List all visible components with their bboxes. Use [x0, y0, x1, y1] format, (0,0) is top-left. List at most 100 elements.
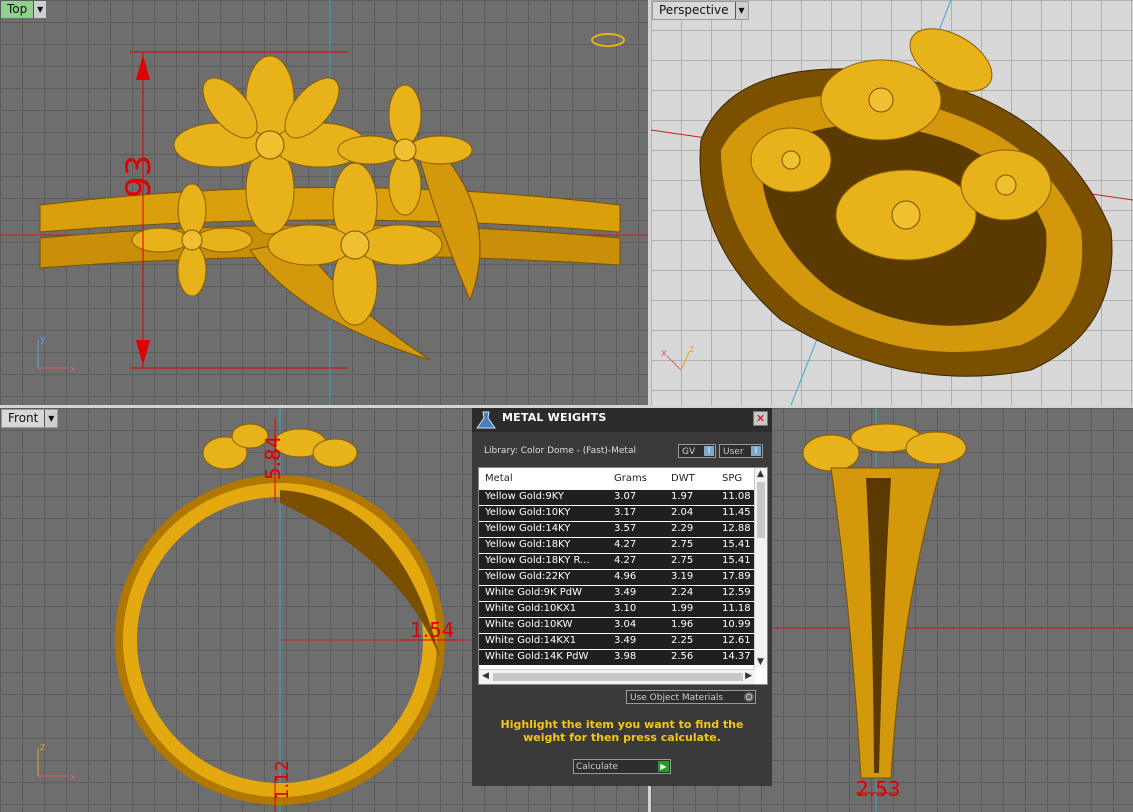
front-side-dimension: 1.54: [410, 618, 455, 642]
cell-dwt: 2.75: [671, 555, 694, 566]
horizontal-scrollbar[interactable]: ◀ ▶: [479, 669, 755, 684]
cell-spg: 12.88: [722, 523, 751, 534]
cell-dwt: 3.19: [671, 571, 694, 582]
table-row[interactable]: Yellow Gold:10KY 3.17 2.04 11.45: [479, 506, 755, 522]
close-icon[interactable]: ✕: [753, 411, 768, 426]
cell-metal: Yellow Gold:22KY: [485, 571, 571, 582]
front-bottom-dimension: 1.12: [272, 760, 293, 800]
cell-grams: 4.96: [614, 571, 637, 582]
dropdown-icon: I: [751, 446, 761, 456]
table-row[interactable]: White Gold:10KX1 3.10 1.99 11.18: [479, 602, 755, 618]
cell-spg: 15.41: [722, 539, 751, 550]
front-top-dimension: 5.84: [261, 435, 285, 480]
top-height-dimension: 93: [119, 155, 159, 198]
table-row[interactable]: White Gold:14K PdW 3.98 2.56 14.37: [479, 650, 755, 666]
column-header-grams[interactable]: Grams: [614, 473, 647, 484]
viewport-front-label[interactable]: Front ▼: [1, 409, 59, 428]
cell-metal: White Gold:10KW: [485, 619, 573, 630]
cell-grams: 3.57: [614, 523, 637, 534]
cell-spg: 12.61: [722, 635, 751, 646]
chevron-down-icon[interactable]: ▼: [33, 1, 47, 18]
perspective-view-model: x z: [651, 0, 1133, 405]
cell-dwt: 2.24: [671, 587, 694, 598]
use-object-materials-label: Use Object Materials: [630, 693, 724, 703]
cell-grams: 3.10: [614, 603, 637, 614]
dialog-title: METAL WEIGHTS: [502, 411, 607, 424]
cell-metal: White Gold:14K PdW: [485, 651, 589, 662]
svg-text:z: z: [689, 344, 694, 355]
calculate-label: Calculate: [576, 762, 619, 772]
cell-spg: 11.18: [722, 603, 751, 614]
cell-dwt: 2.29: [671, 523, 694, 534]
dropdown-icon: I: [704, 446, 714, 456]
cell-grams: 3.98: [614, 651, 637, 662]
flask-icon: [476, 411, 496, 429]
viewport-perspective-label[interactable]: Perspective ▼: [652, 1, 749, 20]
viewport-front-name: Front: [8, 411, 39, 425]
user-dropdown[interactable]: User I: [719, 444, 763, 458]
cell-grams: 3.49: [614, 635, 637, 646]
dropdown-icon: ○: [744, 692, 754, 702]
chevron-down-icon[interactable]: ▼: [734, 2, 748, 19]
scroll-thumb[interactable]: [757, 482, 765, 538]
viewport-perspective[interactable]: x z Perspective ▼: [651, 0, 1133, 405]
cell-metal: White Gold:14KX1: [485, 635, 577, 646]
scroll-up-icon[interactable]: ▲: [757, 469, 764, 479]
viewport-top[interactable]: 93 x y Top ▼: [0, 0, 648, 405]
cell-spg: 12.59: [722, 587, 751, 598]
cell-spg: 11.45: [722, 507, 751, 518]
instruction-message: Highlight the item you want to find the …: [500, 718, 744, 744]
viewport-perspective-name: Perspective: [659, 3, 729, 17]
table-row[interactable]: White Gold:14KX1 3.49 2.25 12.61: [479, 634, 755, 650]
cell-dwt: 1.99: [671, 603, 694, 614]
cell-metal: Yellow Gold:14KY: [485, 523, 571, 534]
scroll-down-icon[interactable]: ▼: [757, 657, 764, 667]
axis-z-label: z: [40, 742, 45, 753]
cell-metal: White Gold:9K PdW: [485, 587, 582, 598]
cell-metal: Yellow Gold:18KY R...: [485, 555, 590, 566]
cell-spg: 17.89: [722, 571, 751, 582]
svg-text:x: x: [661, 348, 667, 359]
chevron-down-icon[interactable]: ▼: [44, 410, 58, 427]
table-row[interactable]: White Gold:10KW 3.04 1.96 10.99: [479, 618, 755, 634]
cell-metal: Yellow Gold:9KY: [485, 491, 564, 502]
top-view-model: 93 x y: [0, 0, 648, 405]
calculate-button[interactable]: Calculate ▶: [573, 759, 671, 774]
metal-table[interactable]: Metal Grams DWT SPG Yellow Gold:9KY 3.07 1…: [478, 467, 768, 685]
scroll-thumb[interactable]: [493, 673, 743, 681]
table-row[interactable]: Yellow Gold:9KY 3.07 1.97 11.08: [479, 490, 755, 506]
cell-spg: 10.99: [722, 619, 751, 630]
cell-metal: Yellow Gold:10KY: [485, 507, 571, 518]
axis-x-label: x: [70, 364, 76, 375]
cell-spg: 14.37: [722, 651, 751, 662]
viewport-top-label[interactable]: Top ▼: [1, 1, 47, 18]
use-object-materials-dropdown[interactable]: Use Object Materials ○: [626, 690, 756, 704]
cell-dwt: 2.75: [671, 539, 694, 550]
column-header-dwt[interactable]: DWT: [671, 473, 695, 484]
dialog-title-bar[interactable]: METAL WEIGHTS ✕: [472, 408, 772, 432]
scroll-left-icon[interactable]: ◀: [482, 671, 489, 681]
column-header-metal[interactable]: Metal: [485, 473, 513, 484]
table-row[interactable]: White Gold:9K PdW 3.49 2.24 12.59: [479, 586, 755, 602]
table-row[interactable]: Yellow Gold:14KY 3.57 2.29 12.88: [479, 522, 755, 538]
cell-grams: 3.07: [614, 491, 637, 502]
vertical-scrollbar[interactable]: ▲ ▼: [754, 468, 767, 668]
cell-dwt: 2.04: [671, 507, 694, 518]
column-header-spg[interactable]: SPG: [722, 473, 742, 484]
cell-dwt: 2.25: [671, 635, 694, 646]
library-label: Library: Color Dome - (Fast)-Metal: [484, 446, 636, 456]
table-row[interactable]: Yellow Gold:18KY R... 4.27 2.75 15.41: [479, 554, 755, 570]
user-label: User: [723, 447, 744, 457]
gv-dropdown[interactable]: GV I: [678, 444, 716, 458]
cell-grams: 3.17: [614, 507, 637, 518]
play-icon: ▶: [658, 761, 669, 772]
table-row[interactable]: Yellow Gold:22KY 4.96 3.19 17.89: [479, 570, 755, 586]
metal-weights-dialog[interactable]: METAL WEIGHTS ✕ Library: Color Dome - (F…: [472, 408, 772, 786]
cell-grams: 4.27: [614, 555, 637, 566]
cell-dwt: 1.96: [671, 619, 694, 630]
table-row[interactable]: Yellow Gold:18KY 4.27 2.75 15.41: [479, 538, 755, 554]
cell-grams: 3.04: [614, 619, 637, 630]
scroll-right-icon[interactable]: ▶: [745, 671, 752, 681]
axis-y-label: y: [40, 334, 46, 345]
cell-dwt: 1.97: [671, 491, 694, 502]
